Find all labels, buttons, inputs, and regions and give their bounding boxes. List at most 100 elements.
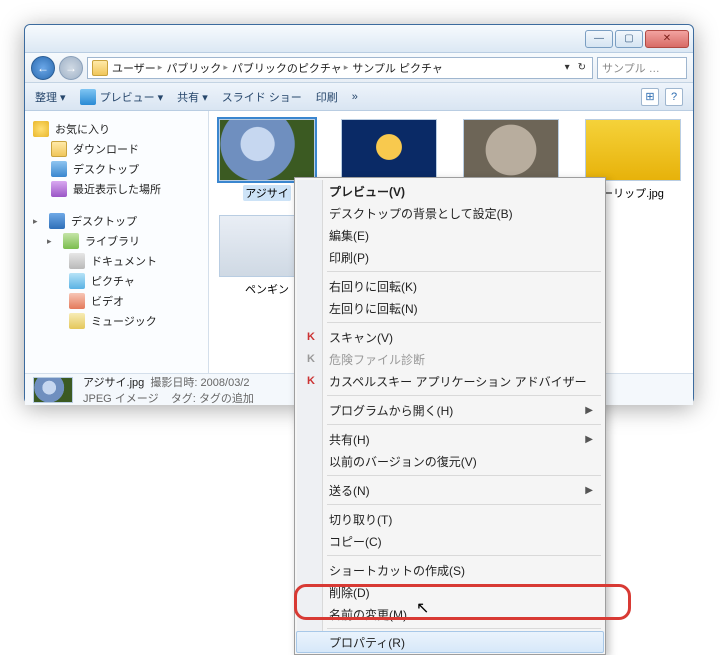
address-bar[interactable]: ユーザー▸ パブリック▸ パブリックのピクチャ▸ サンプル ピクチャ ▾ ↻ [87,57,593,79]
sidebar: お気に入り ダウンロード デスクトップ 最近表示した場所 ▸デスクトップ ▸ライ… [25,111,209,373]
crumb: サンプル ピクチャ [352,60,443,76]
thumbnail-image [219,119,315,181]
thumbnail-label: ペンギン [245,281,289,297]
submenu-arrow-icon: ▶ [585,405,593,416]
kaspersky-icon [303,373,319,389]
submenu-arrow-icon: ▶ [585,485,593,496]
menu-item-label: プレビュー(V) [329,183,405,200]
menu-item[interactable]: 共有(H)▶ [297,428,603,450]
menu-item[interactable]: プロパティ(R) [296,631,604,653]
details-filename: アジサイ.jpg [83,377,144,389]
menu-item-label: コピー(C) [329,533,382,550]
sidebar-item-videos[interactable]: ビデオ [29,291,204,311]
menu-item-label: 送る(N) [329,482,370,499]
menu-item[interactable]: プレビュー(V) [297,180,603,202]
folder-icon [51,141,67,157]
desktop-icon [51,161,67,177]
print-button[interactable]: 印刷 [316,89,338,105]
menu-item[interactable]: 送る(N) ▶ [297,479,603,501]
crumb: パブリック▸ [166,60,228,76]
menu-separator [327,475,601,476]
menu-separator [327,271,601,272]
menu-item-label: 右回りに回転(K) [329,278,417,295]
menu-item[interactable]: 切り取り(T) [297,508,603,530]
preview-icon [80,89,96,105]
menu-item[interactable]: ショートカットの作成(S) [297,559,603,581]
thumbnail-image [341,119,437,181]
menu-item[interactable]: デスクトップの背景として設定(B) [297,202,603,224]
organize-menu[interactable]: 整理 ▾ [35,89,66,105]
sidebar-desktop[interactable]: ▸デスクトップ [29,211,204,231]
menu-item-label: 名前の変更(M) [329,606,407,623]
details-type: JPEG イメージ [83,393,159,405]
menu-item-label: 危険ファイル診断 [329,351,425,368]
menu-separator [327,395,601,396]
star-icon [33,121,49,137]
sidebar-item-desktop[interactable]: デスクトップ [29,159,204,179]
preview-menu[interactable]: プレビュー ▾ [80,89,164,105]
recent-icon [51,181,67,197]
menu-item[interactable]: 編集(E) [297,224,603,246]
menu-item-label: ショートカットの作成(S) [329,562,465,579]
minimize-button[interactable]: — [585,30,613,48]
tri-icon: ▸ [47,236,57,247]
sidebar-item-music[interactable]: ミュージック [29,311,204,331]
menu-item[interactable]: 以前のバージョンの復元(V) [297,450,603,472]
folder-icon [92,60,108,76]
toolbar: 整理 ▾ プレビュー ▾ 共有 ▾ スライド ショー 印刷 » ⊞ ? [25,83,693,111]
menu-item[interactable]: 右回りに回転(K) [297,275,603,297]
menu-item-label: プログラムから開く(H) [329,402,453,419]
menu-item-label: 左回りに回転(N) [329,300,418,317]
sidebar-favorites[interactable]: お気に入り [29,119,204,139]
kaspersky-icon [303,329,319,345]
video-icon [69,293,85,309]
menu-item-label: 切り取り(T) [329,511,392,528]
menu-item-label: 印刷(P) [329,249,369,266]
tri-icon: ▸ [33,216,43,227]
thumbnail-label: アジサイ [243,185,291,201]
sidebar-item-recent[interactable]: 最近表示した場所 [29,179,204,199]
menu-item-label: 編集(E) [329,227,369,244]
thumbnail-image [463,119,559,181]
search-input[interactable]: サンプル … [597,57,687,79]
document-icon [69,253,85,269]
view-button[interactable]: ⊞ [641,88,659,106]
menu-item: 危険ファイル診断 [297,348,603,370]
slideshow-button[interactable]: スライド ショー [222,89,302,105]
kaspersky-icon [303,351,319,367]
picture-icon [69,273,85,289]
sidebar-library[interactable]: ▸ライブラリ [29,231,204,251]
dropdown-icon[interactable]: ▾ [563,62,572,73]
back-button[interactable]: ← [31,56,55,80]
menu-separator [327,424,601,425]
thumbnail-label: ーリップ.jpg [602,185,664,201]
sidebar-item-downloads[interactable]: ダウンロード [29,139,204,159]
context-menu: プレビュー(V) デスクトップの背景として設定(B) 編集(E) 印刷(P) 右回りに回… [294,177,606,655]
refresh-icon[interactable]: ↻ [576,62,588,73]
maximize-button[interactable]: ▢ [615,30,643,48]
menu-item[interactable]: プログラムから開く(H) ▶ [297,399,603,421]
menu-item[interactable]: 左回りに回転(N) [297,297,603,319]
menu-item[interactable]: 印刷(P) [297,246,603,268]
menu-item-label: デスクトップの背景として設定(B) [329,205,513,222]
forward-button[interactable]: → [59,56,83,80]
sidebar-item-pictures[interactable]: ピクチャ [29,271,204,291]
menu-item[interactable]: 削除(D) [297,581,603,603]
menu-item[interactable]: コピー(C) [297,530,603,552]
chevron-right-icon: ▸ [344,62,349,73]
sidebar-item-documents[interactable]: ドキュメント [29,251,204,271]
close-button[interactable]: ✕ [645,30,689,48]
help-button[interactable]: ? [665,88,683,106]
details-thumbnail [33,377,73,403]
menu-item[interactable]: スキャン(V) [297,326,603,348]
menu-item[interactable]: 名前の変更(M) [297,603,603,625]
overflow-icon[interactable]: » [352,91,358,103]
share-menu[interactable]: 共有 ▾ [177,89,208,105]
monitor-icon [49,213,65,229]
menu-item-label: プロパティ(R) [329,634,405,651]
music-icon [69,313,85,329]
thumbnail-image [585,119,681,181]
library-icon [63,233,79,249]
crumb: ユーザー▸ [112,60,162,76]
menu-item[interactable]: カスペルスキー アプリケーション アドバイザー [297,370,603,392]
